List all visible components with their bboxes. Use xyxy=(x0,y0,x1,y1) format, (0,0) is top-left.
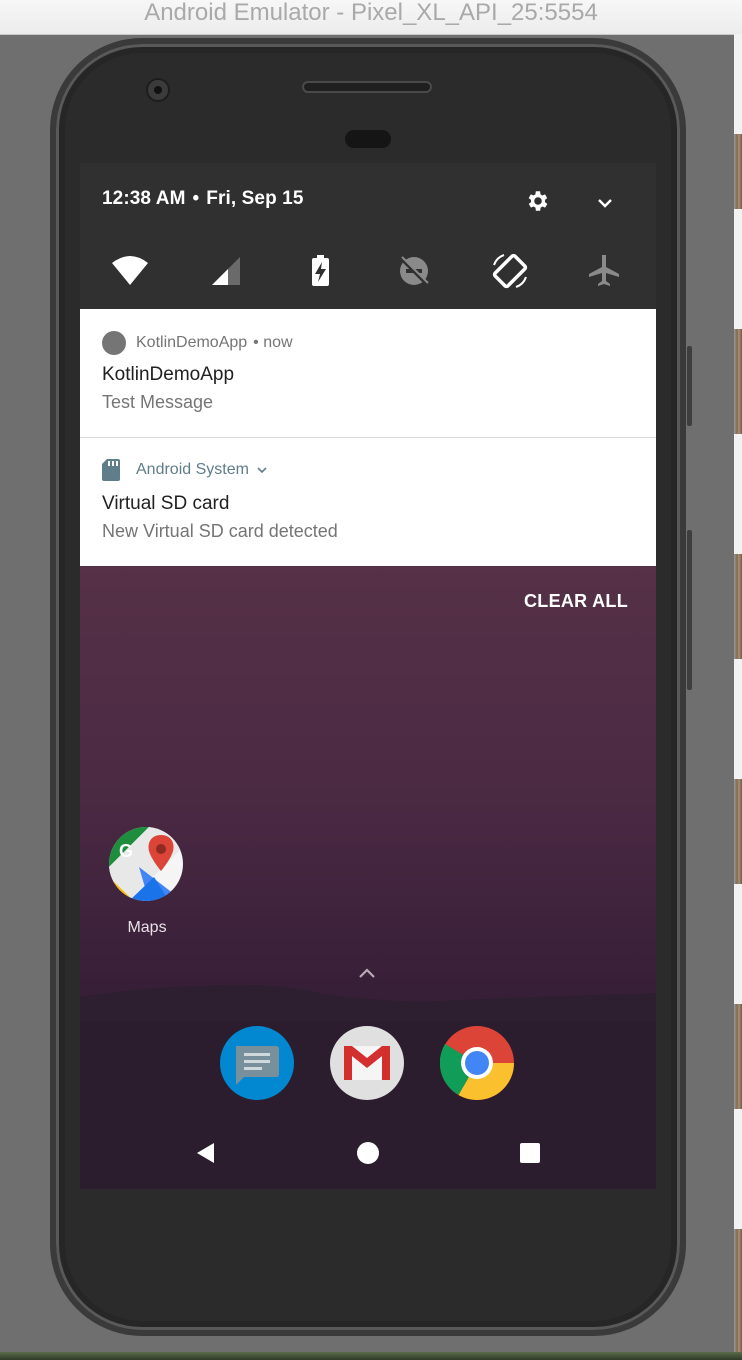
volume-rocker[interactable] xyxy=(687,530,692,690)
notification-time: • now xyxy=(253,334,293,351)
home-icon[interactable] xyxy=(350,1135,386,1171)
clear-all-button[interactable]: CLEAR ALL xyxy=(524,591,628,612)
front-camera xyxy=(146,78,170,102)
maps-icon[interactable]: G xyxy=(109,827,183,901)
svg-text:G: G xyxy=(119,841,133,861)
grey-circle-icon xyxy=(102,331,126,355)
notification-android-system[interactable]: Android System Virtual SD card New Virtu… xyxy=(80,438,656,566)
airplane-mode-icon[interactable] xyxy=(584,251,624,291)
notification-kotlindemoapp[interactable]: KotlinDemoApp • now KotlinDemoApp Test M… xyxy=(80,309,656,438)
notification-title: Virtual SD card xyxy=(102,493,230,514)
app-drawer-chevron-icon[interactable] xyxy=(356,963,378,985)
notification-text: Test Message xyxy=(102,392,214,412)
window-title: Android Emulator - Pixel_XL_API_25:5554 xyxy=(144,0,598,26)
auto-rotate-icon[interactable] xyxy=(490,251,530,291)
wifi-icon[interactable] xyxy=(110,251,150,291)
notification-text: New Virtual SD card detected xyxy=(102,521,338,541)
desktop-strip xyxy=(0,1352,742,1360)
notification-app-row: KotlinDemoApp • now xyxy=(102,331,293,355)
background-window-edge xyxy=(734,34,742,1360)
battery-saver-icon[interactable] xyxy=(300,251,340,291)
earpiece-speaker xyxy=(302,81,432,93)
notification-app-name: Android System xyxy=(136,461,249,478)
proximity-sensor xyxy=(345,130,391,148)
back-icon[interactable] xyxy=(188,1135,224,1171)
maps-label: Maps xyxy=(127,919,167,936)
window-titlebar: Android Emulator - Pixel_XL_API_25:5554 xyxy=(0,0,742,35)
navigation-bar xyxy=(80,1117,656,1189)
status-datetime: 12:38 AM • Fri, Sep 15 xyxy=(102,188,304,209)
do-not-disturb-icon[interactable] xyxy=(394,251,434,291)
notification-app-name: KotlinDemoApp xyxy=(136,334,248,351)
gmail-icon[interactable] xyxy=(330,1026,404,1100)
sd-card-icon xyxy=(102,459,120,481)
messages-icon[interactable] xyxy=(220,1026,294,1100)
quick-settings-header: 12:38 AM • Fri, Sep 15 xyxy=(80,163,656,309)
settings-gear-icon[interactable] xyxy=(525,188,551,214)
recents-icon[interactable] xyxy=(512,1135,548,1171)
phone-screen: 12:38 AM • Fri, Sep 15 KotlinDemoApp • n… xyxy=(80,163,656,1189)
chrome-icon[interactable] xyxy=(440,1026,514,1100)
expand-chevron-icon[interactable] xyxy=(255,463,269,477)
power-button[interactable] xyxy=(687,346,692,426)
expand-chevron-icon[interactable] xyxy=(595,193,615,213)
notification-title: KotlinDemoApp xyxy=(102,364,235,385)
cellular-signal-icon[interactable] xyxy=(206,251,246,291)
date: Fri, Sep 15 xyxy=(206,188,304,209)
quick-settings-tiles xyxy=(80,251,656,291)
notification-app-row: Android System xyxy=(102,458,269,482)
clock: 12:38 AM xyxy=(102,188,186,209)
